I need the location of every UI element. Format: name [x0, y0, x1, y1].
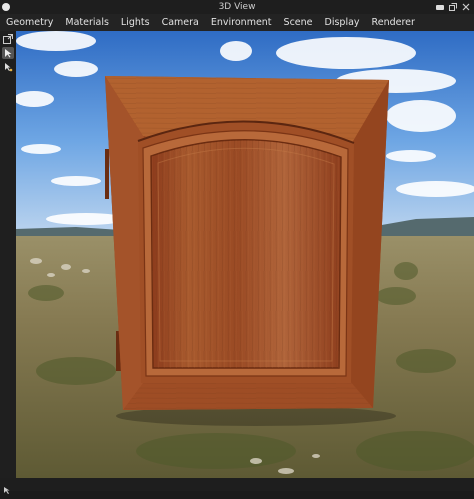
viewport-render [16, 31, 474, 478]
window-title: 3D View [218, 2, 256, 12]
menu-materials[interactable]: Materials [59, 17, 115, 28]
move-cursor-icon[interactable] [2, 61, 14, 73]
menu-lights[interactable]: Lights [115, 17, 156, 28]
pin-icon[interactable] [436, 3, 444, 11]
close-icon[interactable] [462, 3, 470, 11]
move-cursor-icon[interactable] [3, 480, 12, 494]
menu-geometry[interactable]: Geometry [0, 17, 59, 28]
side-toolbar [0, 31, 16, 478]
menu-scene[interactable]: Scene [278, 17, 319, 28]
menu-bar: Geometry Materials Lights Camera Environ… [0, 14, 474, 32]
select-arrow-icon[interactable] [2, 47, 14, 59]
menu-camera[interactable]: Camera [156, 17, 205, 28]
menu-renderer[interactable]: Renderer [366, 17, 421, 28]
menu-environment[interactable]: Environment [205, 17, 278, 28]
restore-icon[interactable] [449, 3, 457, 11]
menu-display[interactable]: Display [319, 17, 366, 28]
3d-viewport[interactable] [16, 31, 474, 478]
title-bar: 3D View [0, 0, 474, 14]
expand-icon[interactable] [2, 33, 14, 45]
cabinet-door-model [105, 76, 396, 426]
status-bar [0, 478, 474, 494]
